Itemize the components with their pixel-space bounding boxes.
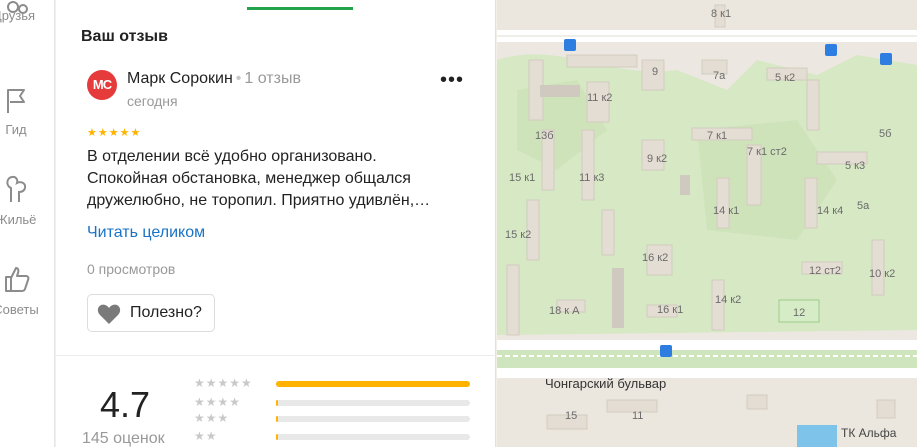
building-number-label[interactable]: 16 к2: [642, 252, 668, 264]
rail-item-guide[interactable]: Гид: [0, 80, 55, 150]
rating-bar-row[interactable]: ★★★: [194, 411, 474, 426]
rating-bar-row[interactable]: ★★★★: [194, 395, 474, 410]
building-number-label[interactable]: 8 к1: [711, 8, 731, 20]
average-rating: 4.7: [100, 384, 151, 425]
rating-bar-track: [276, 416, 470, 422]
building-number-label[interactable]: 5 к2: [775, 72, 795, 84]
rating-bar-stars: ★★: [194, 429, 218, 443]
rating-bar-track: [276, 400, 470, 406]
author-name[interactable]: Марк Сорокин: [127, 70, 233, 87]
building-number-label[interactable]: 14 к1: [713, 205, 739, 217]
building-number-label[interactable]: 5 к3: [845, 160, 865, 172]
building-number-label[interactable]: 9: [652, 66, 658, 78]
building-number-label[interactable]: 11 к2: [587, 92, 612, 104]
street-label: Чонгарский бульвар: [545, 376, 667, 391]
building-number-label[interactable]: 11 к3: [579, 172, 604, 184]
rating-bar-fill: [276, 381, 470, 387]
building-number-label[interactable]: 10 к2: [869, 268, 895, 280]
rating-bar-row[interactable]: ★★: [194, 429, 474, 444]
ratings-count: 145 оценок: [82, 430, 165, 447]
map-view[interactable]: 8 к1 9 7а 5 к2 11 к2 13б 7 к1 5б 9 к2 7 к1 ст2 5 к…: [497, 0, 917, 447]
rail-item-friends[interactable]: Друзья: [0, 0, 55, 45]
building-number-label[interactable]: 9 к2: [647, 153, 667, 165]
review-date: сегодня: [127, 93, 178, 109]
useful-button[interactable]: Полезно?: [87, 294, 215, 332]
building-number-label[interactable]: 18 к А: [549, 305, 580, 317]
heart-icon: [97, 304, 121, 324]
building-number-label[interactable]: 11: [632, 410, 643, 422]
avatar[interactable]: МС: [87, 70, 117, 100]
rail-label-housing: Жильё: [0, 212, 37, 227]
building-number-label[interactable]: 13б: [535, 130, 554, 142]
rail-label-tips: Советы: [0, 302, 39, 317]
flag-icon: [7, 89, 25, 113]
poi-label[interactable]: ТК Альфа: [841, 426, 896, 440]
building-number-label[interactable]: 5а: [857, 200, 869, 212]
app-window: Друзья Гид Жильё Советы Ваш отзыв МС Мар…: [0, 0, 917, 447]
rating-bar-stars: ★★★: [194, 411, 230, 425]
author-review-count: 1 отзыв: [244, 70, 301, 87]
building-number-label[interactable]: 12 ст2: [809, 265, 841, 277]
building-number-label[interactable]: 7 к1: [707, 130, 727, 142]
review-text: В отделении всё удобно организовано. Спо…: [87, 146, 477, 212]
rating-bar-track: [276, 434, 470, 440]
building-number-label[interactable]: 12: [793, 307, 805, 319]
useful-label: Полезно?: [130, 304, 202, 321]
review-stars: ★★★★★: [87, 127, 142, 139]
review-text-line: дружелюбно, не торопил. Приятно удивлён,…: [87, 192, 431, 209]
building-number-label[interactable]: 15 к2: [505, 229, 531, 241]
rail-item-tips[interactable]: Советы: [0, 258, 55, 328]
review-text-line: Спокойная обстановка, менеджер общался: [87, 170, 411, 187]
rail-label-guide: Гид: [5, 122, 27, 137]
divider: [56, 355, 496, 356]
building-number-label[interactable]: 14 к2: [715, 294, 741, 306]
views-count: 0 просмотров: [87, 261, 176, 277]
building-number-label[interactable]: 14 к4: [817, 205, 843, 217]
building-number-label[interactable]: 5б: [879, 128, 891, 140]
active-tab-indicator: [247, 7, 353, 10]
thumbs-up-icon: [5, 267, 30, 292]
section-title: Ваш отзыв: [81, 28, 168, 45]
building-number-label[interactable]: 15: [565, 410, 577, 422]
rating-bar-fill: [276, 434, 278, 440]
separator-dot: •: [235, 70, 242, 87]
building-number-label[interactable]: 7 к1 ст2: [747, 146, 787, 158]
read-more-link[interactable]: Читать целиком: [87, 224, 205, 242]
author-line: Марк Сорокин • 1 отзыв: [127, 70, 301, 88]
building-number-label[interactable]: 7а: [713, 70, 725, 82]
rating-bar-row[interactable]: ★★★★★: [194, 376, 474, 391]
rating-bar-stars: ★★★★★: [194, 376, 253, 390]
building-number-label[interactable]: 15 к1: [509, 172, 535, 184]
rating-bar-track: [276, 381, 470, 387]
rating-bar-fill: [276, 400, 278, 406]
housing-icon: [6, 175, 27, 202]
more-options-icon[interactable]: •••: [440, 70, 464, 90]
review-panel: Ваш отзыв МС Марк Сорокин • 1 отзыв сегодн…: [56, 0, 496, 447]
side-rail: Друзья Гид Жильё Советы: [0, 0, 55, 447]
review-text-line: В отделении всё удобно организовано.: [87, 148, 377, 165]
rating-bar-fill: [276, 416, 278, 422]
rail-label-friends: Друзья: [0, 8, 36, 23]
rail-item-housing[interactable]: Жильё: [0, 168, 55, 238]
building-number-label[interactable]: 16 к1: [657, 304, 683, 316]
rating-bar-stars: ★★★★: [194, 395, 242, 409]
